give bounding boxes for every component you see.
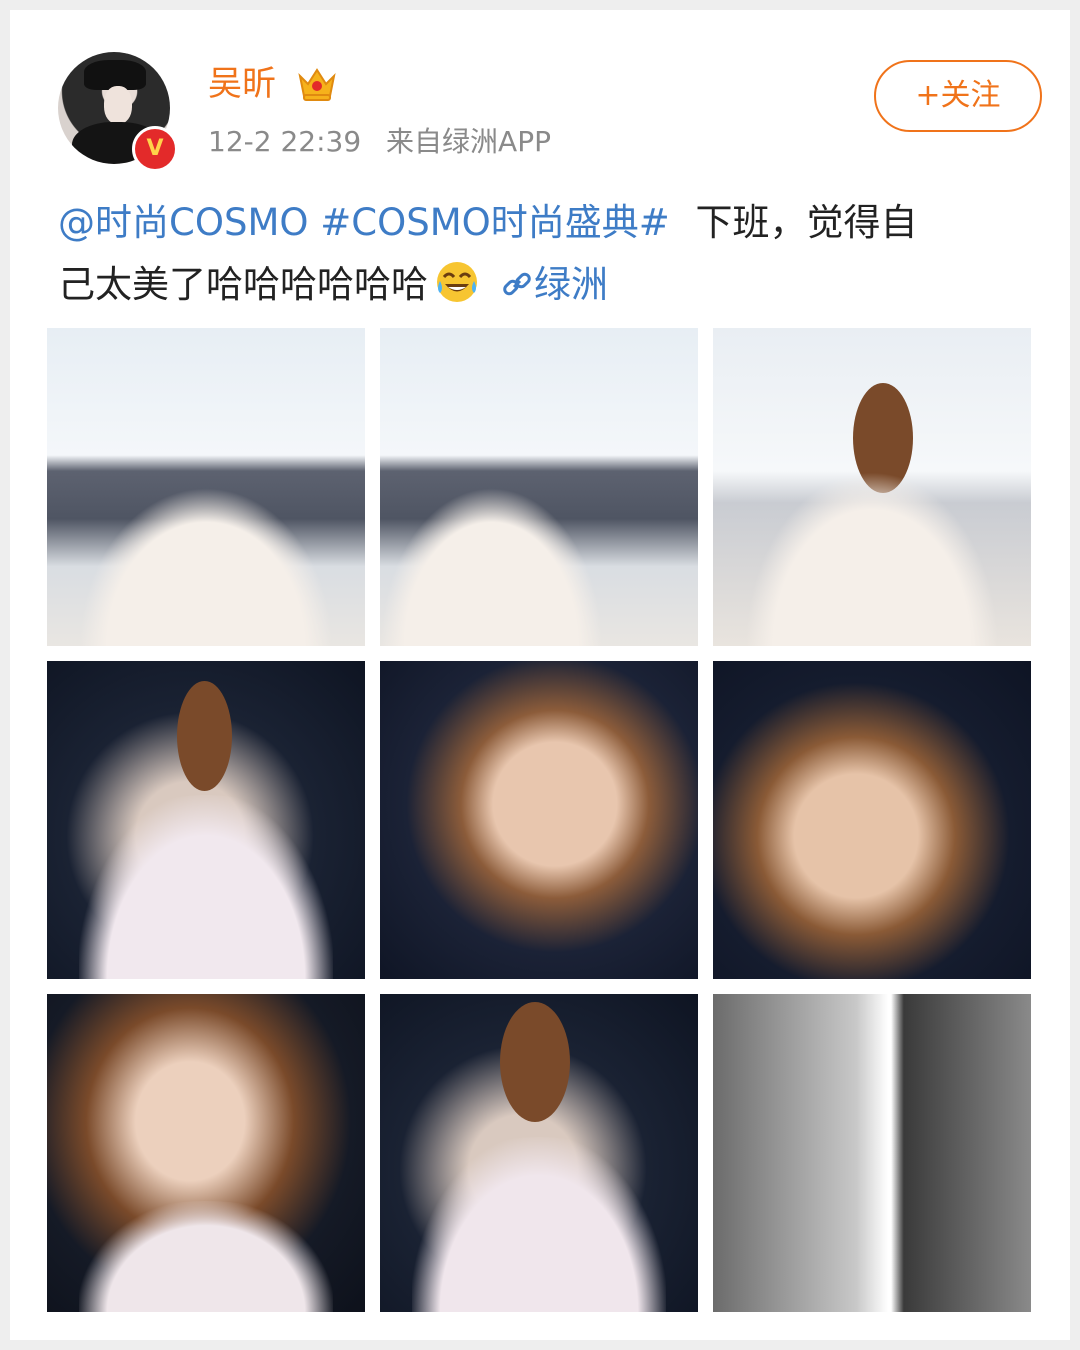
timestamp: 12-2 22:39 [208,125,362,158]
photo-3-dress [744,471,1000,646]
avatar-face [104,86,132,124]
mention-link[interactable]: @时尚COSMO [58,201,309,244]
verified-badge-icon: V [132,126,178,172]
photo-9[interactable] [713,994,1031,1312]
oasis-link[interactable]: 绿洲 [534,263,608,306]
weibo-post-card: V 吴昕 12-2 22:39 来自绿洲APP +关注 @时尚COSMO #CO… [10,10,1070,1340]
photo-1[interactable] [47,328,365,646]
photo-4[interactable] [47,661,365,979]
photo-8[interactable] [380,994,698,1312]
post-body-line1: 下班，觉得自 [695,201,918,244]
photo-3[interactable] [713,328,1031,646]
photo-2[interactable] [380,328,698,646]
link-icon[interactable] [500,267,534,301]
photo-5[interactable] [380,661,698,979]
photo-8-hair [500,1002,570,1122]
hashtag-link[interactable]: #COSMO时尚盛典# [320,201,670,244]
photo-4-dress [78,794,334,979]
post-text: @时尚COSMO #COSMO时尚盛典# 下班，觉得自 己太美了哈哈哈哈哈哈 绿… [58,192,1048,316]
photo-7-dress [78,1200,334,1312]
follow-button[interactable]: +关注 [874,60,1042,132]
photo-1-dress [78,487,334,646]
post-meta: 12-2 22:39 来自绿洲APP [208,124,551,160]
post-source[interactable]: 来自绿洲APP [386,125,551,158]
photo-4-hair [177,681,232,791]
photo-6[interactable] [713,661,1031,979]
author-name[interactable]: 吴昕 [208,62,276,106]
laugh-tears-emoji-icon [437,262,477,302]
photo-2-dress [380,487,603,646]
post-body-line2: 己太美了哈哈哈哈哈哈 [58,263,428,306]
crown-icon [298,68,336,101]
photo-7[interactable] [47,994,365,1312]
photo-8-dress [411,1137,667,1312]
